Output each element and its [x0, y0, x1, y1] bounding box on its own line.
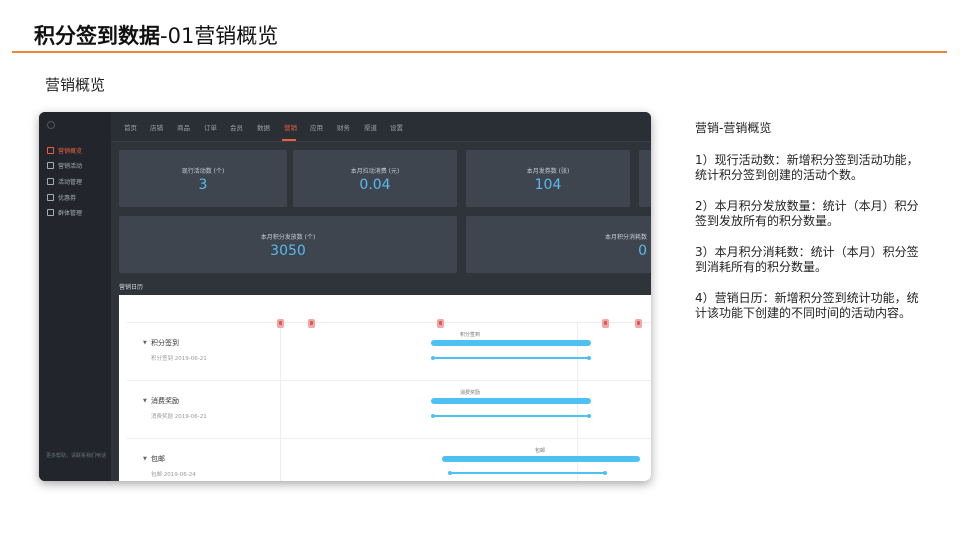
nav-settings[interactable]: 设置	[390, 122, 403, 132]
nav-home[interactable]: 首页	[124, 122, 137, 132]
sidebar-item-activity-manage[interactable]: 活动管理	[47, 175, 82, 187]
slide-title-bold: 积分签到数据	[34, 24, 160, 48]
calendar-row-sub: 消费奖励 2019-06-21	[151, 414, 207, 420]
stat-value: 3050	[270, 243, 306, 259]
stat-label: 本月拉动消费 (元)	[350, 168, 400, 175]
nav-store[interactable]: 店铺	[150, 122, 163, 132]
stat-value: 0.04	[359, 177, 391, 193]
calendar-title: 营销日历	[119, 284, 144, 291]
calendar-range-line	[432, 357, 590, 359]
description-heading: 营销-营销概览	[695, 121, 772, 135]
chevron-down-icon[interactable]: ▼	[143, 398, 147, 404]
home-icon	[47, 146, 54, 154]
description-panel: 营销-营销概览 1）现行活动数：新增积分签到活动功能，统计积分签到创建的活动个数…	[695, 121, 930, 337]
slide-title-rest: -01营销概览	[160, 24, 279, 48]
app-screenshot: 营销概览 营销活动 活动管理 优惠券 群体管理 更多帮助，请联系我们电话 首页 …	[39, 112, 651, 481]
calendar-marker-icon[interactable]	[602, 319, 609, 328]
stat-card-active-activities: 现行活动数 (个) 3	[119, 150, 287, 207]
nav-members[interactable]: 会员	[230, 122, 243, 132]
nav-products[interactable]: 商品	[177, 122, 190, 132]
calendar-bar-label: 消费奖励	[460, 390, 481, 396]
calendar-range-dot	[431, 356, 435, 360]
stat-label: 本月积分发放数 (个)	[260, 234, 316, 241]
sidebar-item-coupons[interactable]: 优惠券	[47, 191, 76, 203]
sidebar: 营销概览 营销活动 活动管理 优惠券 群体管理 更多帮助，请联系我们电话	[39, 112, 111, 481]
calendar-bar-label: 积分签到	[460, 332, 481, 338]
nav-marketing[interactable]: 营销	[284, 122, 297, 132]
calendar-marker-icon[interactable]	[437, 319, 444, 328]
calendar-row-divider	[127, 322, 651, 323]
sidebar-item-overview[interactable]: 营销概览	[47, 144, 82, 156]
stat-label: 本月发券数 (张)	[526, 168, 570, 175]
calendar-marker-icon[interactable]	[635, 319, 642, 328]
calendar-bar[interactable]	[431, 398, 591, 404]
description-point: 4）营销日历：新增积分签到统计功能，统计该功能下创建的不同时间的活动内容。	[695, 290, 919, 321]
sidebar-item-label: 优惠券	[58, 194, 77, 202]
calendar-row-divider	[127, 380, 651, 381]
sidebar-item-label: 营销概览	[58, 147, 83, 155]
description-point: 1）现行活动数：新增积分签到活动功能，统计积分签到创建的活动个数。	[695, 152, 919, 183]
stat-value: 3	[198, 177, 208, 193]
group-icon	[47, 208, 54, 216]
calendar-range-dot	[587, 356, 591, 360]
calendar-range-line	[432, 415, 590, 417]
logo-icon	[47, 121, 55, 129]
calendar-row-name: 积分签到	[151, 339, 179, 347]
sidebar-item-label: 活动管理	[58, 178, 83, 186]
marketing-calendar: ▼ 积分签到 积分签到 2019-06-21 积分签到 ▼ 消费奖励 消费奖励 …	[119, 295, 651, 481]
nav-orders[interactable]: 订单	[204, 122, 217, 132]
sidebar-item-label: 营销活动	[58, 162, 83, 170]
calendar-row-sub: 积分签到 2019-06-21	[151, 356, 207, 362]
tag-icon	[47, 161, 54, 169]
sidebar-item-groups[interactable]: 群体管理	[47, 206, 82, 218]
nav-channels[interactable]: 渠道	[364, 122, 377, 132]
title-divider	[12, 51, 947, 53]
stat-card-partial	[639, 150, 651, 207]
calendar-bar[interactable]	[431, 340, 591, 346]
calendar-range-dot	[587, 414, 591, 418]
calendar-grid-line	[280, 322, 281, 481]
stat-label: 现行活动数 (个)	[181, 168, 225, 175]
calendar-row-sub: 包邮 2019-06-24	[151, 472, 196, 478]
calendar-bar-label: 包邮	[535, 448, 546, 454]
calendar-range-dot	[448, 471, 452, 475]
calendar-icon	[47, 177, 54, 185]
chevron-down-icon[interactable]: ▼	[143, 340, 147, 346]
top-nav: 首页 店铺 商品 订单 会员 数据 营销 应用 财务 渠道 设置	[111, 112, 651, 142]
calendar-range-dot	[603, 471, 607, 475]
sidebar-footer: 更多帮助，请联系我们电话	[45, 453, 106, 459]
calendar-range-dot	[431, 414, 435, 418]
calendar-range-line	[449, 472, 606, 474]
nav-data[interactable]: 数据	[257, 122, 270, 132]
sidebar-item-label: 群体管理	[58, 209, 83, 217]
slide-title: 积分签到数据-01营销概览	[34, 20, 278, 50]
coupon-icon	[47, 193, 54, 201]
stat-card-monthly-coupons: 本月发券数 (张) 104	[466, 150, 630, 207]
stat-card-points-issued: 本月积分发放数 (个) 3050	[119, 216, 457, 273]
nav-active-indicator	[282, 139, 296, 141]
calendar-row-name: 包邮	[151, 455, 165, 463]
calendar-marker-icon[interactable]	[308, 319, 315, 328]
calendar-row-name: 消费奖励	[151, 397, 179, 405]
nav-apps[interactable]: 应用	[310, 122, 323, 132]
description-point: 2）本月积分发放数量：统计（本月）积分签到发放所有的积分数量。	[695, 198, 919, 229]
calendar-marker-icon[interactable]	[277, 319, 284, 328]
stat-value: 0	[638, 243, 647, 259]
calendar-row-divider	[127, 438, 651, 439]
calendar-bar[interactable]	[442, 456, 640, 462]
description-point: 3）本月积分消耗数：统计（本月）积分签到消耗所有的积分数量。	[695, 244, 919, 275]
stat-label: 本月积分消耗数	[604, 234, 647, 241]
section-label: 营销概览	[45, 76, 106, 94]
nav-finance[interactable]: 财务	[337, 122, 350, 132]
stat-value: 104	[534, 177, 562, 193]
stat-card-points-consumed: 本月积分消耗数 0	[466, 216, 651, 273]
stat-card-monthly-consumption: 本月拉动消费 (元) 0.04	[293, 150, 457, 207]
chevron-down-icon[interactable]: ▼	[143, 456, 147, 462]
sidebar-item-activities[interactable]: 营销活动	[47, 159, 82, 171]
